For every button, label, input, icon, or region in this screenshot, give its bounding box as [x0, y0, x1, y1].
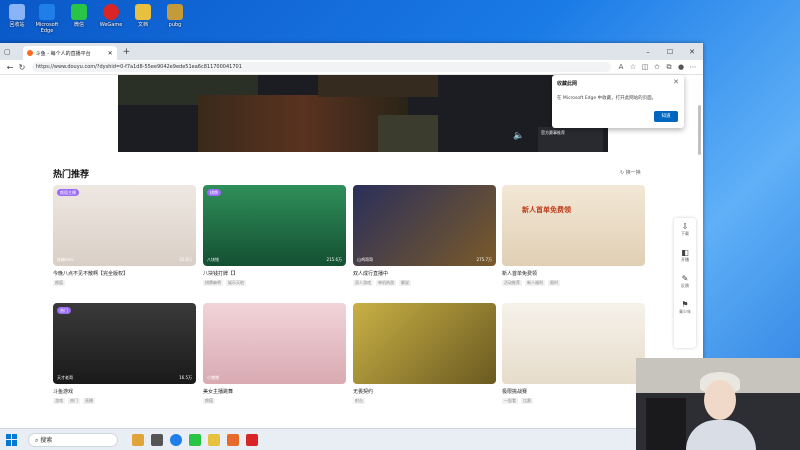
stream-thumbnail[interactable]: 热门 天才老哥 16.5万: [53, 303, 196, 384]
profile-icon[interactable]: ●: [675, 63, 687, 72]
pubg-icon: [167, 4, 183, 20]
wechat-icon: [71, 4, 87, 20]
desktop-icon-wegame[interactable]: WeGame: [94, 4, 128, 28]
stream-card[interactable]: 无畏契约 射击: [353, 303, 496, 404]
download-button[interactable]: ⇩ 下载: [674, 218, 696, 244]
webcam-overlay: [636, 358, 800, 450]
stream-thumbnail[interactable]: 山鸡哥哥 275.7万: [353, 185, 496, 266]
wegame-icon: [103, 4, 119, 20]
stream-card[interactable]: 颜值主播 妖精mini 35.8万 今晚八点不见不散啊【完全版权】 颜值: [53, 185, 196, 286]
stream-card[interactable]: 山鸡哥哥 275.7万 双人成行直播中 双人游戏 单机热游 解说: [353, 185, 496, 286]
close-button[interactable]: ✕: [681, 48, 703, 56]
youth-mode-button[interactable]: ⚑ 青少年: [674, 296, 696, 322]
address-bar: ← ↻ https://www.douyu.com/?dyshid=0-f7a1…: [0, 60, 703, 75]
game-icon[interactable]: [132, 433, 144, 446]
desktop-icon-wechat[interactable]: 微信: [62, 4, 96, 28]
edge-notification-popup: 收藏此网 ✕ 在 Microsoft Edge 中收藏，打开此网站的页面。 知道: [552, 75, 684, 128]
feedback-button[interactable]: ✎ 反馈: [674, 270, 696, 296]
mute-icon[interactable]: 🔈: [513, 131, 524, 141]
favorites-icon[interactable]: ✩: [651, 63, 663, 72]
edge-icon[interactable]: [170, 433, 182, 446]
refresh-icon[interactable]: ↻: [16, 63, 28, 72]
edge-icon: [39, 4, 55, 20]
go-live-button[interactable]: ◧ 开播: [674, 244, 696, 270]
back-icon[interactable]: ←: [4, 63, 16, 72]
desktop-icon-docs[interactable]: 文档: [126, 4, 160, 28]
tab-douyu[interactable]: 斗鱼 - 每个人的直播平台 ✕: [22, 46, 117, 60]
stream-thumbnail[interactable]: [502, 303, 645, 384]
stream-thumbnail[interactable]: 小猪猪: [203, 303, 346, 384]
favorite-star-icon[interactable]: ☆: [627, 63, 639, 72]
read-aloud-icon[interactable]: A: [615, 63, 627, 72]
maximize-button[interactable]: ☐: [659, 48, 681, 56]
app-icon[interactable]: [227, 433, 239, 446]
desktop-icon-edge[interactable]: Microsoft Edge: [30, 4, 64, 34]
popup-close-icon[interactable]: ✕: [673, 78, 679, 86]
desktop-icon-pubg[interactable]: pubg: [158, 4, 192, 28]
task-view-icon[interactable]: [151, 433, 163, 446]
stream-thumbnail[interactable]: [353, 303, 496, 384]
shield-icon: ⚑: [681, 300, 689, 309]
more-icon[interactable]: ⋯: [687, 63, 699, 72]
stream-card[interactable]: 热门 天才老哥 16.5万 斗鱼游戏 游戏 热门 直播: [53, 303, 196, 404]
taskbar-search[interactable]: ⌕ 搜索: [28, 432, 118, 447]
camera-icon: ◧: [681, 248, 689, 257]
stream-card[interactable]: 极限挑战赛 一起看 比赛: [502, 303, 645, 404]
side-tool-rail: ⇩ 下载 ◧ 开播 ✎ 反馈 ⚑ 青少年: [674, 218, 696, 348]
extensions-icon[interactable]: ⧉: [663, 63, 675, 72]
stream-thumbnail[interactable]: 棋牌 八块钱 215.6万: [203, 185, 346, 266]
title-bar: ▢ 斗鱼 - 每个人的直播平台 ✕ + – ☐ ✕: [0, 43, 703, 60]
stream-card[interactable]: 棋牌 八块钱 215.6万 八块钱打牌【】 棋牌麻将 娱乐天地: [203, 185, 346, 286]
stream-card[interactable]: 新人首单免费领 新人首单免费领 活动推荐 新人福利 限时: [502, 185, 645, 286]
stream-card[interactable]: 小猪猪 美女主播跳舞 颜值: [203, 303, 346, 404]
windows-start-icon[interactable]: [6, 433, 18, 446]
scrollbar[interactable]: [698, 105, 701, 155]
recycle-bin-icon: [9, 4, 25, 20]
featured-stream-banner[interactable]: 🔈 官方赛事推荐: [118, 75, 608, 152]
new-tab-button[interactable]: +: [123, 47, 131, 57]
folder-icon: [135, 4, 151, 20]
sidebar-toggle-icon[interactable]: ▢: [4, 48, 11, 56]
file-explorer-icon[interactable]: [208, 433, 220, 446]
desktop-icon-recycle[interactable]: 回收站: [0, 4, 34, 28]
section-title: 热门推荐: [53, 170, 90, 180]
stream-thumbnail[interactable]: 颜值主播 妖精mini 35.8万: [53, 185, 196, 266]
close-tab-icon[interactable]: ✕: [108, 50, 113, 57]
refresh-recommendations-button[interactable]: ↻ 换一换: [620, 169, 641, 176]
douyu-favicon-icon: [26, 50, 33, 56]
edit-icon: ✎: [681, 274, 689, 283]
split-screen-icon[interactable]: ◫: [639, 63, 651, 72]
minimize-button[interactable]: –: [637, 48, 659, 56]
wegame-icon[interactable]: [246, 433, 258, 446]
taskbar: ⌕ 搜索: [0, 428, 636, 450]
banner-live-tag: 官方赛事推荐: [541, 130, 565, 135]
download-icon: ⇩: [681, 222, 689, 231]
stream-thumbnail[interactable]: 新人首单免费领: [502, 185, 645, 266]
popup-confirm-button[interactable]: 知道: [654, 111, 678, 122]
url-input[interactable]: https://www.douyu.com/?dyshid=0-f7a1d8-5…: [32, 62, 611, 72]
wechat-icon[interactable]: [189, 433, 201, 446]
